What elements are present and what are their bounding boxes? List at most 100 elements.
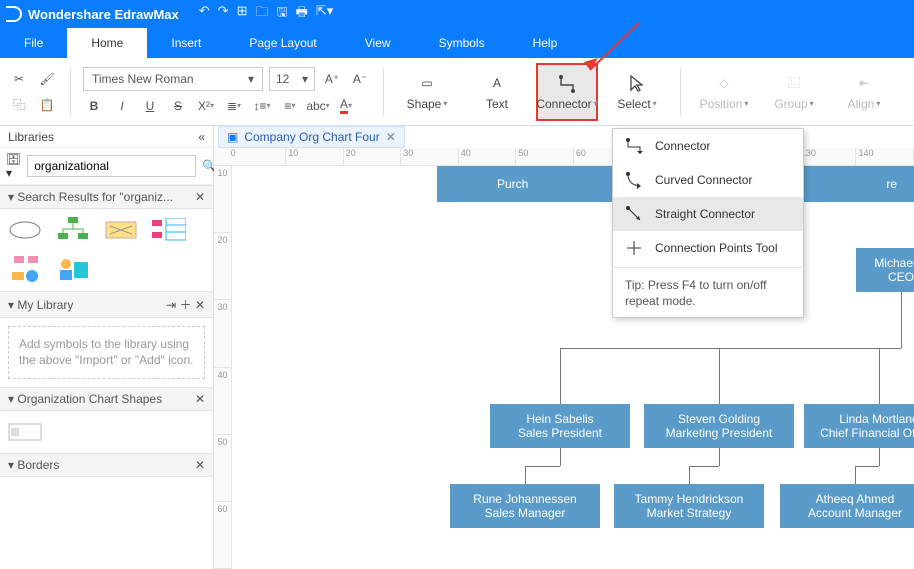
quick-access-toolbar: ↶ ↷ ⊞ 🗀 🖫 🖶 ⇱▾	[199, 3, 334, 25]
shape-thumb[interactable]	[6, 417, 44, 447]
align-tool[interactable]: ⇤ Align	[833, 63, 895, 121]
font-size-value: 12	[276, 72, 289, 86]
font-grow-icon[interactable]: A⁺	[321, 68, 343, 90]
font-family-value: Times New Roman	[92, 72, 194, 86]
close-icon[interactable]: ✕	[195, 190, 205, 204]
org-node[interactable]: Rune JohannessenSales Manager	[450, 484, 600, 528]
bullets-icon[interactable]: ≣	[223, 95, 245, 117]
superscript-icon[interactable]: X²	[195, 95, 217, 117]
document-tab-label: Company Org Chart Four	[244, 130, 379, 144]
shape-thumb[interactable]	[54, 255, 92, 285]
canvas[interactable]: Purch re Michael DCEOHein SabelisSales P…	[232, 166, 914, 569]
library-picker-icon[interactable]: 🗄▾	[6, 152, 21, 180]
position-icon: ◇	[714, 73, 734, 93]
bold-icon[interactable]: B	[83, 95, 105, 117]
font-family-select[interactable]: Times New Roman▾	[83, 67, 263, 91]
org-node[interactable]: Tammy HendricksonMarket Strategy	[614, 484, 764, 528]
font-color-icon[interactable]: A	[335, 95, 357, 117]
import-icon[interactable]: ⇥	[166, 298, 176, 312]
my-library-hint: Add symbols to the library using the abo…	[8, 326, 205, 379]
strike-icon[interactable]: S	[167, 95, 189, 117]
connector-option[interactable]: Connector	[613, 129, 803, 163]
doc-icon: ▣	[227, 130, 238, 144]
canvas-area: ▣ Company Org Chart Four ✕ 0102030405060…	[214, 126, 914, 569]
close-icon[interactable]: ✕	[195, 392, 205, 406]
cut-icon[interactable]: ✂	[8, 68, 30, 90]
font-shrink-icon[interactable]: A⁻	[349, 68, 371, 90]
align-icon: ⇤	[854, 73, 874, 93]
save-icon[interactable]: 🖫	[277, 3, 288, 25]
text-tool[interactable]: A Text	[466, 63, 528, 121]
org-edge	[689, 466, 719, 467]
shape-thumb[interactable]	[6, 215, 44, 245]
add-icon[interactable]: ＋	[180, 298, 192, 312]
paste-icon[interactable]: 📋	[36, 94, 58, 116]
underline-icon[interactable]: U	[139, 95, 161, 117]
org-node[interactable]: Michael DCEO	[856, 248, 914, 292]
document-tab[interactable]: ▣ Company Org Chart Four ✕	[218, 126, 405, 148]
close-tab-icon[interactable]: ✕	[386, 130, 396, 144]
copy-icon[interactable]: ⿻	[8, 94, 30, 116]
shape-tool[interactable]: ▭ Shape	[396, 63, 458, 121]
shape-thumb[interactable]	[54, 215, 92, 245]
org-edge	[719, 448, 720, 466]
org-node[interactable]: Atheeq AhmedAccount Manager	[780, 484, 914, 528]
open-icon[interactable]: 🗀	[255, 3, 268, 25]
export-icon[interactable]: ⇱▾	[316, 3, 333, 25]
menu-view[interactable]: View	[341, 28, 415, 58]
shape-thumb[interactable]	[102, 215, 140, 245]
new-icon[interactable]: ⊞	[237, 3, 248, 25]
my-library-panel[interactable]: ▾ My Library ⇥ ＋ ✕	[0, 291, 213, 318]
straight-connector-option[interactable]: Straight Connector	[613, 197, 803, 231]
connection-points-option[interactable]: Connection Points Tool	[613, 231, 803, 265]
menu-page-layout[interactable]: Page Layout	[225, 28, 340, 58]
collapse-panel-icon[interactable]: «	[198, 130, 205, 144]
connector-tool[interactable]: Connector	[536, 63, 598, 121]
font-size-select[interactable]: 12▾	[269, 67, 315, 91]
org-shapes-panel[interactable]: ▾ Organization Chart Shapes ✕	[0, 387, 213, 411]
org-edge	[855, 466, 856, 484]
print-icon[interactable]: 🖶	[296, 3, 308, 25]
library-search-input[interactable]	[27, 155, 196, 177]
position-tool[interactable]: ◇ Position	[693, 63, 755, 121]
group-icon: ⿺	[784, 73, 804, 93]
shape-icon: ▭	[417, 73, 437, 93]
org-edge	[525, 466, 526, 484]
undo-icon[interactable]: ↶	[199, 3, 210, 25]
org-edge	[689, 466, 690, 484]
shape-thumb[interactable]	[150, 215, 188, 245]
shape-thumb[interactable]	[6, 255, 44, 285]
line-spacing-icon[interactable]: ↕≡	[251, 95, 273, 117]
connector-tip: Tip: Press F4 to turn on/off repeat mode…	[613, 270, 803, 317]
text-case-icon[interactable]: abc	[307, 95, 329, 117]
ruler-horizontal: 0102030405060120130140	[214, 148, 914, 166]
org-edge	[560, 448, 561, 466]
libraries-panel: Libraries « 🗄▾ 🔍 ☰ ▾ Search Results for …	[0, 126, 214, 569]
app-title: Wondershare EdrawMax	[28, 7, 179, 22]
org-node[interactable]: Linda MortlandChief Financial Officer	[804, 404, 914, 448]
menu-file[interactable]: File	[0, 28, 67, 58]
org-edge	[719, 348, 901, 349]
org-edge	[901, 292, 902, 348]
menu-help[interactable]: Help	[509, 28, 582, 58]
format-painter-icon[interactable]: 🖌	[36, 68, 58, 90]
search-results-panel[interactable]: ▾ Search Results for "organiz... ✕	[0, 185, 213, 209]
org-edge	[719, 348, 720, 404]
align-text-icon[interactable]: ≡	[279, 95, 301, 117]
borders-panel[interactable]: ▾ Borders ✕	[0, 453, 213, 477]
menu-symbols[interactable]: Symbols	[415, 28, 509, 58]
group-tool[interactable]: ⿺ Group	[763, 63, 825, 121]
italic-icon[interactable]: I	[111, 95, 133, 117]
close-icon[interactable]: ✕	[195, 298, 205, 312]
redo-icon[interactable]: ↷	[218, 3, 229, 25]
org-edge	[879, 448, 880, 466]
libraries-title: Libraries	[8, 130, 54, 144]
org-edge	[560, 348, 561, 404]
close-icon[interactable]: ✕	[195, 458, 205, 472]
menu-insert[interactable]: Insert	[147, 28, 225, 58]
org-node[interactable]: Steven GoldingMarketing President	[644, 404, 794, 448]
select-tool[interactable]: Select	[606, 63, 668, 121]
org-node[interactable]: Hein SabelisSales President	[490, 404, 630, 448]
menu-home[interactable]: Home	[67, 28, 147, 58]
curved-connector-option[interactable]: Curved Connector	[613, 163, 803, 197]
